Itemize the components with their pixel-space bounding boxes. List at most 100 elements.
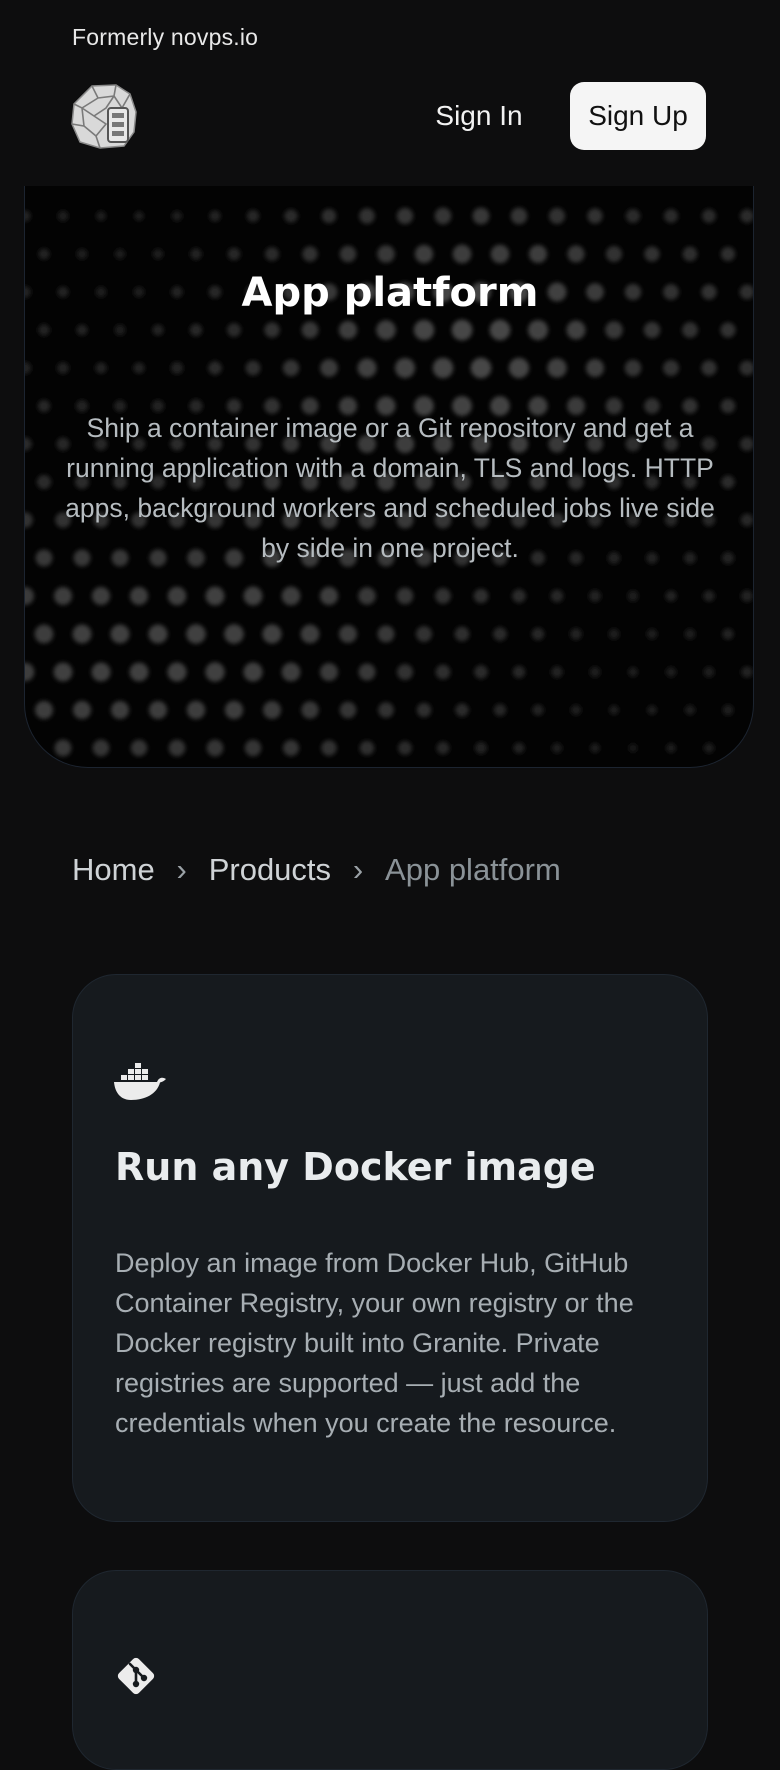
git-icon (117, 1657, 155, 1695)
hero-dot (227, 247, 241, 261)
hero-dot (262, 624, 282, 644)
hero-dot (114, 324, 126, 336)
hero-dot (134, 211, 144, 221)
formerly-note: Formerly novps.io (72, 24, 259, 50)
hero-dot (208, 361, 222, 375)
hero-dot (416, 626, 432, 642)
hero-dot (25, 739, 34, 757)
hero-dot (95, 362, 107, 374)
hero-dot (397, 664, 413, 680)
hero-dot (25, 361, 32, 375)
hero-dot (722, 704, 734, 716)
hero-dot (435, 664, 451, 680)
hero-dot (513, 742, 525, 754)
hero-dot (377, 625, 395, 643)
hero-dot (550, 589, 564, 603)
hero-dot (57, 210, 69, 222)
hero-dot (95, 210, 107, 222)
hero-dot (395, 358, 415, 378)
chevron-right-icon: › (176, 852, 187, 887)
hero-dot (472, 207, 490, 225)
hero-dot (264, 322, 280, 338)
hero-dot (301, 701, 319, 719)
hero-dot (532, 704, 544, 716)
hero-dot (301, 321, 319, 339)
hero-dot (224, 624, 244, 644)
hero-dot (57, 362, 69, 374)
hero-dot (300, 624, 320, 644)
hero-dot (570, 704, 582, 716)
hero-dot (245, 360, 261, 376)
hero-dot (338, 320, 358, 340)
hero-dot (170, 361, 184, 375)
breadcrumb-current: App platform (385, 852, 561, 887)
hero-dot (608, 628, 620, 640)
hero-dot (739, 360, 753, 376)
hero-dot (587, 208, 603, 224)
hero-dot (432, 357, 454, 379)
hero-dot (549, 208, 565, 224)
hero-dot (490, 244, 510, 264)
hero-dot (624, 359, 642, 377)
hero-dot (320, 359, 338, 377)
hero-dot (684, 704, 696, 716)
hero-dot (551, 666, 563, 678)
sign-up-button[interactable]: Sign Up (570, 82, 706, 150)
hero-dot (302, 246, 318, 262)
breadcrumb-products-link[interactable]: Products (209, 852, 331, 888)
hero-dot (665, 590, 677, 602)
hero-dot (53, 662, 73, 682)
hero-dot (190, 248, 202, 260)
granite-rock-logo-icon[interactable] (70, 82, 138, 150)
hero-dot (152, 324, 164, 336)
hero-dot (114, 248, 126, 260)
hero-dot (129, 586, 149, 606)
hero-dot (319, 586, 339, 606)
hero-dot (92, 739, 110, 757)
hero-dot (741, 742, 753, 754)
breadcrumb: Home › Products › App platform (72, 848, 561, 892)
hero-dot (320, 663, 338, 681)
hero-dot (470, 357, 492, 379)
hero-dot (148, 700, 168, 720)
hero-dot (740, 437, 753, 451)
hero-dot (359, 208, 375, 224)
hero-dot (413, 319, 435, 341)
hero-dot (378, 702, 394, 718)
hero-dot (227, 323, 241, 337)
hero-dot (646, 628, 658, 640)
hero-dot (740, 209, 753, 223)
hero-dot (209, 210, 221, 222)
hero-dot (148, 624, 168, 644)
hero-dot (493, 703, 507, 717)
feature-card-git (72, 1570, 708, 1770)
hero-dot (224, 700, 244, 720)
hero-dot (25, 512, 33, 528)
hero-dot (451, 319, 473, 341)
hero-dot (589, 666, 601, 678)
hero-dot (570, 628, 582, 640)
hero-dot (321, 208, 337, 224)
hero-dot (36, 474, 52, 490)
hero-dot (189, 323, 203, 337)
hero-dot (551, 742, 563, 754)
hero-dot (741, 666, 753, 678)
feature-title: Run any Docker image (115, 1145, 596, 1189)
hero-dot (684, 628, 696, 640)
hero-dot (703, 742, 715, 754)
hero-dot (34, 624, 54, 644)
breadcrumb-home-link[interactable]: Home (72, 852, 155, 888)
sign-in-button[interactable]: Sign In (414, 82, 544, 150)
hero-dot (282, 739, 300, 757)
hero-dot (567, 245, 585, 263)
hero-dot (167, 662, 187, 682)
hero-dot (205, 662, 225, 682)
hero-dot (171, 210, 183, 222)
hero-dot (76, 324, 88, 336)
hero-banner: App platform Ship a container image or a… (24, 186, 754, 768)
hero-dot (72, 624, 92, 644)
page-title: App platform (241, 270, 539, 316)
hero-dot (76, 248, 88, 260)
hero-dot (91, 586, 111, 606)
feature-description: Deploy an image from Docker Hub, GitHub … (115, 1248, 634, 1438)
